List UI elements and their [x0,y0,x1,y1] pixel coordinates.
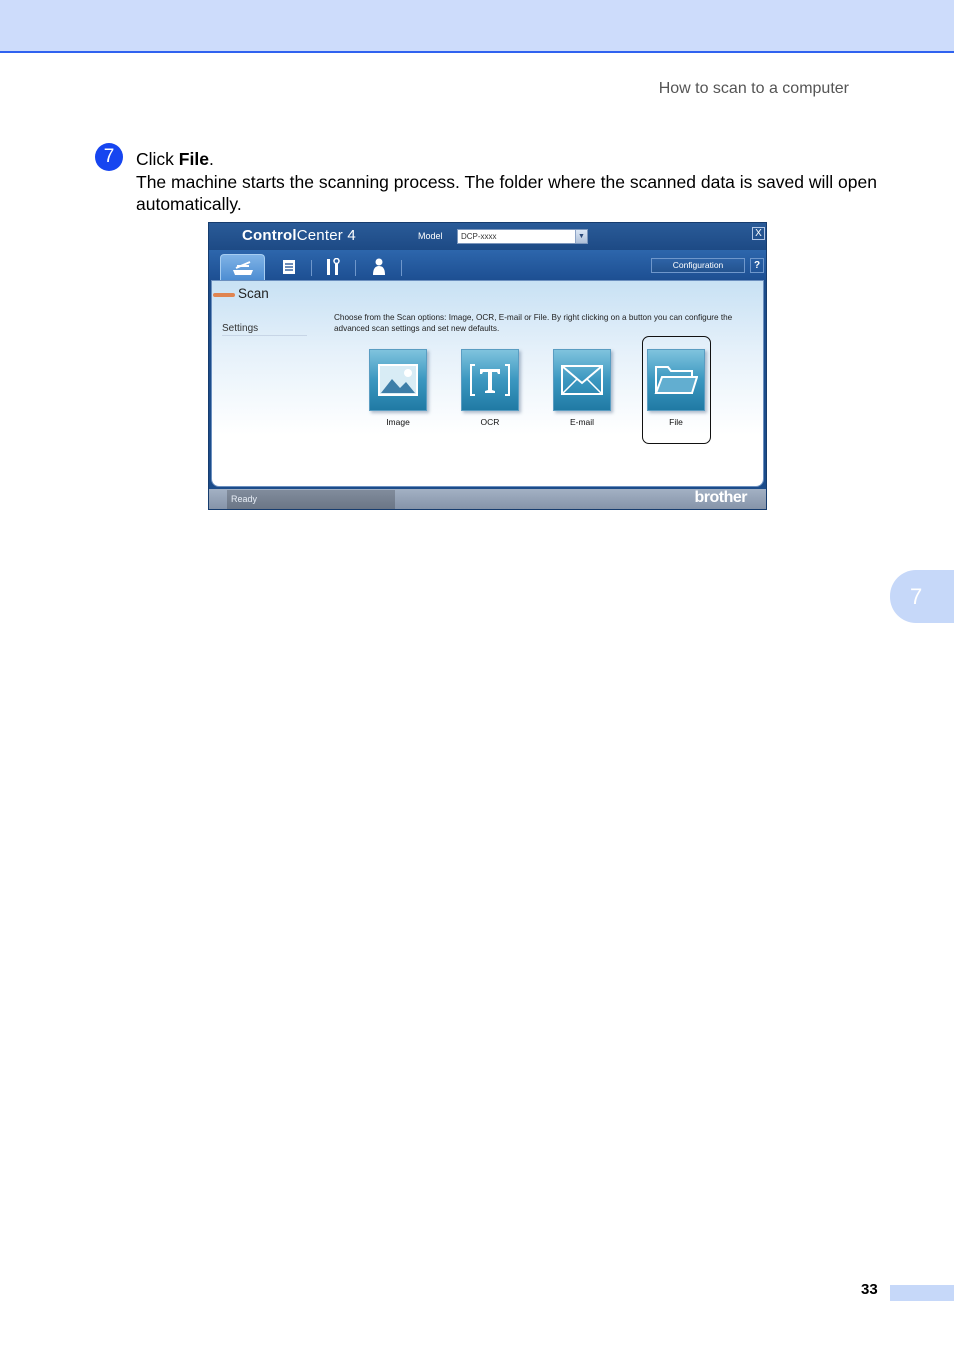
section-marker [213,293,235,297]
step-intro: Click File. [136,148,896,171]
configuration-button[interactable]: Configuration [651,258,745,273]
model-value: DCP-xxxx [461,232,497,241]
file-button-highlight [642,336,711,444]
document-icon [283,260,295,274]
image-icon [378,364,418,396]
button-label: Image [386,417,410,427]
step-intro-prefix: Click [136,149,179,169]
close-button[interactable]: X [752,227,765,240]
email-icon [561,365,603,395]
step-intro-bold: File [178,149,209,169]
tab-separator [401,260,402,276]
page-header-band [0,0,954,53]
step-number-badge: 7 [95,143,123,171]
page-number: 33 [861,1281,878,1298]
person-icon [373,258,385,275]
scan-description: Choose from the Scan options: Image, OCR… [334,313,733,333]
tab-pc-fax[interactable] [279,254,299,280]
chevron-down-icon[interactable]: ▼ [575,230,587,243]
model-select[interactable]: DCP-xxxx ▼ [457,229,588,244]
app-title-bold: Control [242,227,297,244]
brand-logo: brother [694,489,748,506]
function-tab-bar: Configuration ? [209,250,766,280]
status-text: Ready [227,490,395,509]
section-title: Scan [238,286,269,301]
help-button[interactable]: ? [750,258,764,273]
scan-email-button[interactable]: E-mail [552,349,612,427]
scan-panel: Scan Settings Choose from the Scan optio… [211,280,764,487]
tab-support[interactable] [369,254,389,280]
scan-image-button[interactable]: Image [368,349,428,427]
tab-device-settings[interactable] [323,254,343,280]
model-label: Model [418,231,443,241]
chapter-tab: 7 [890,570,954,623]
tab-scan[interactable] [220,254,265,280]
scanner-icon [232,260,253,275]
scan-ocr-button[interactable]: OCR [460,349,520,427]
step-description: The machine starts the scanning process.… [136,171,877,215]
divider [222,335,307,336]
tab-separator [355,260,356,276]
tools-icon [327,258,340,275]
page-number-bar [890,1285,954,1301]
step-intro-suffix: . [208,149,214,169]
controlcenter-window: ControlCenter 4 Model DCP-xxxx ▼ X Confi… [208,222,767,510]
app-title-rest: Center 4 [296,227,356,244]
status-bar: Ready brother [209,489,766,509]
ocr-icon [470,364,510,396]
button-label: OCR [480,417,500,427]
running-title: How to scan to a computer [658,80,849,97]
settings-link[interactable]: Settings [222,323,258,334]
app-title: ControlCenter 4 [242,227,356,244]
tab-separator [311,260,312,276]
step-instructions: Click File. The machine starts the scann… [136,148,896,216]
button-label: E-mail [569,417,595,427]
title-bar: ControlCenter 4 Model DCP-xxxx ▼ X [209,223,766,250]
